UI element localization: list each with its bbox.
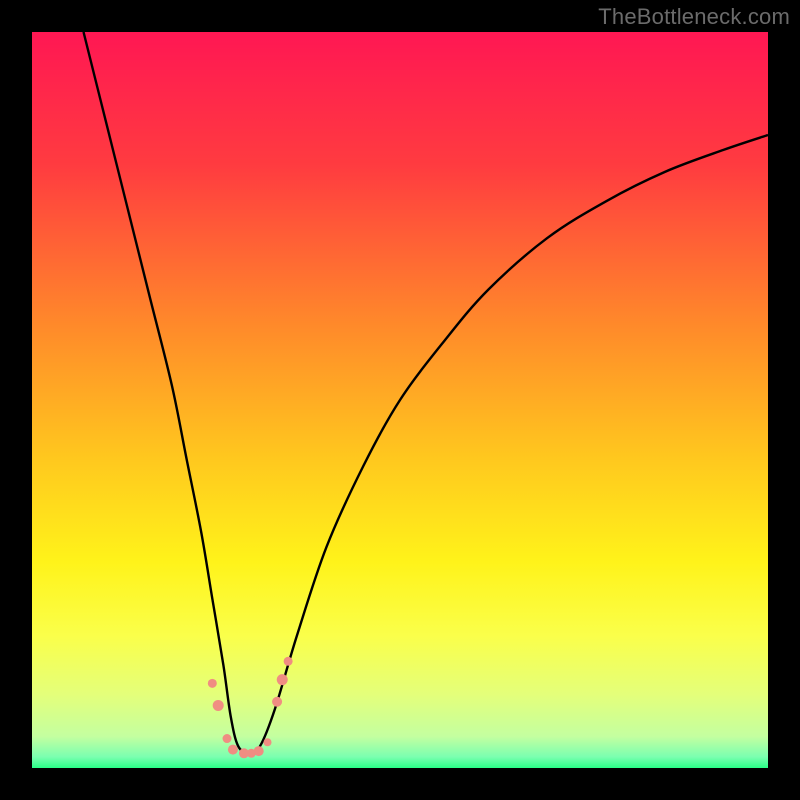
- watermark-text: TheBottleneck.com: [598, 4, 790, 30]
- marker-point: [213, 700, 224, 711]
- marker-point: [264, 738, 272, 746]
- marker-point: [208, 679, 217, 688]
- marker-point: [254, 746, 264, 756]
- chart-container: TheBottleneck.com: [0, 0, 800, 800]
- marker-point: [228, 745, 238, 755]
- marker-point: [223, 734, 232, 743]
- marker-point: [272, 697, 282, 707]
- marker-point: [277, 674, 288, 685]
- plot-svg: [32, 32, 768, 768]
- plot-area: [32, 32, 768, 768]
- marker-point: [284, 657, 293, 666]
